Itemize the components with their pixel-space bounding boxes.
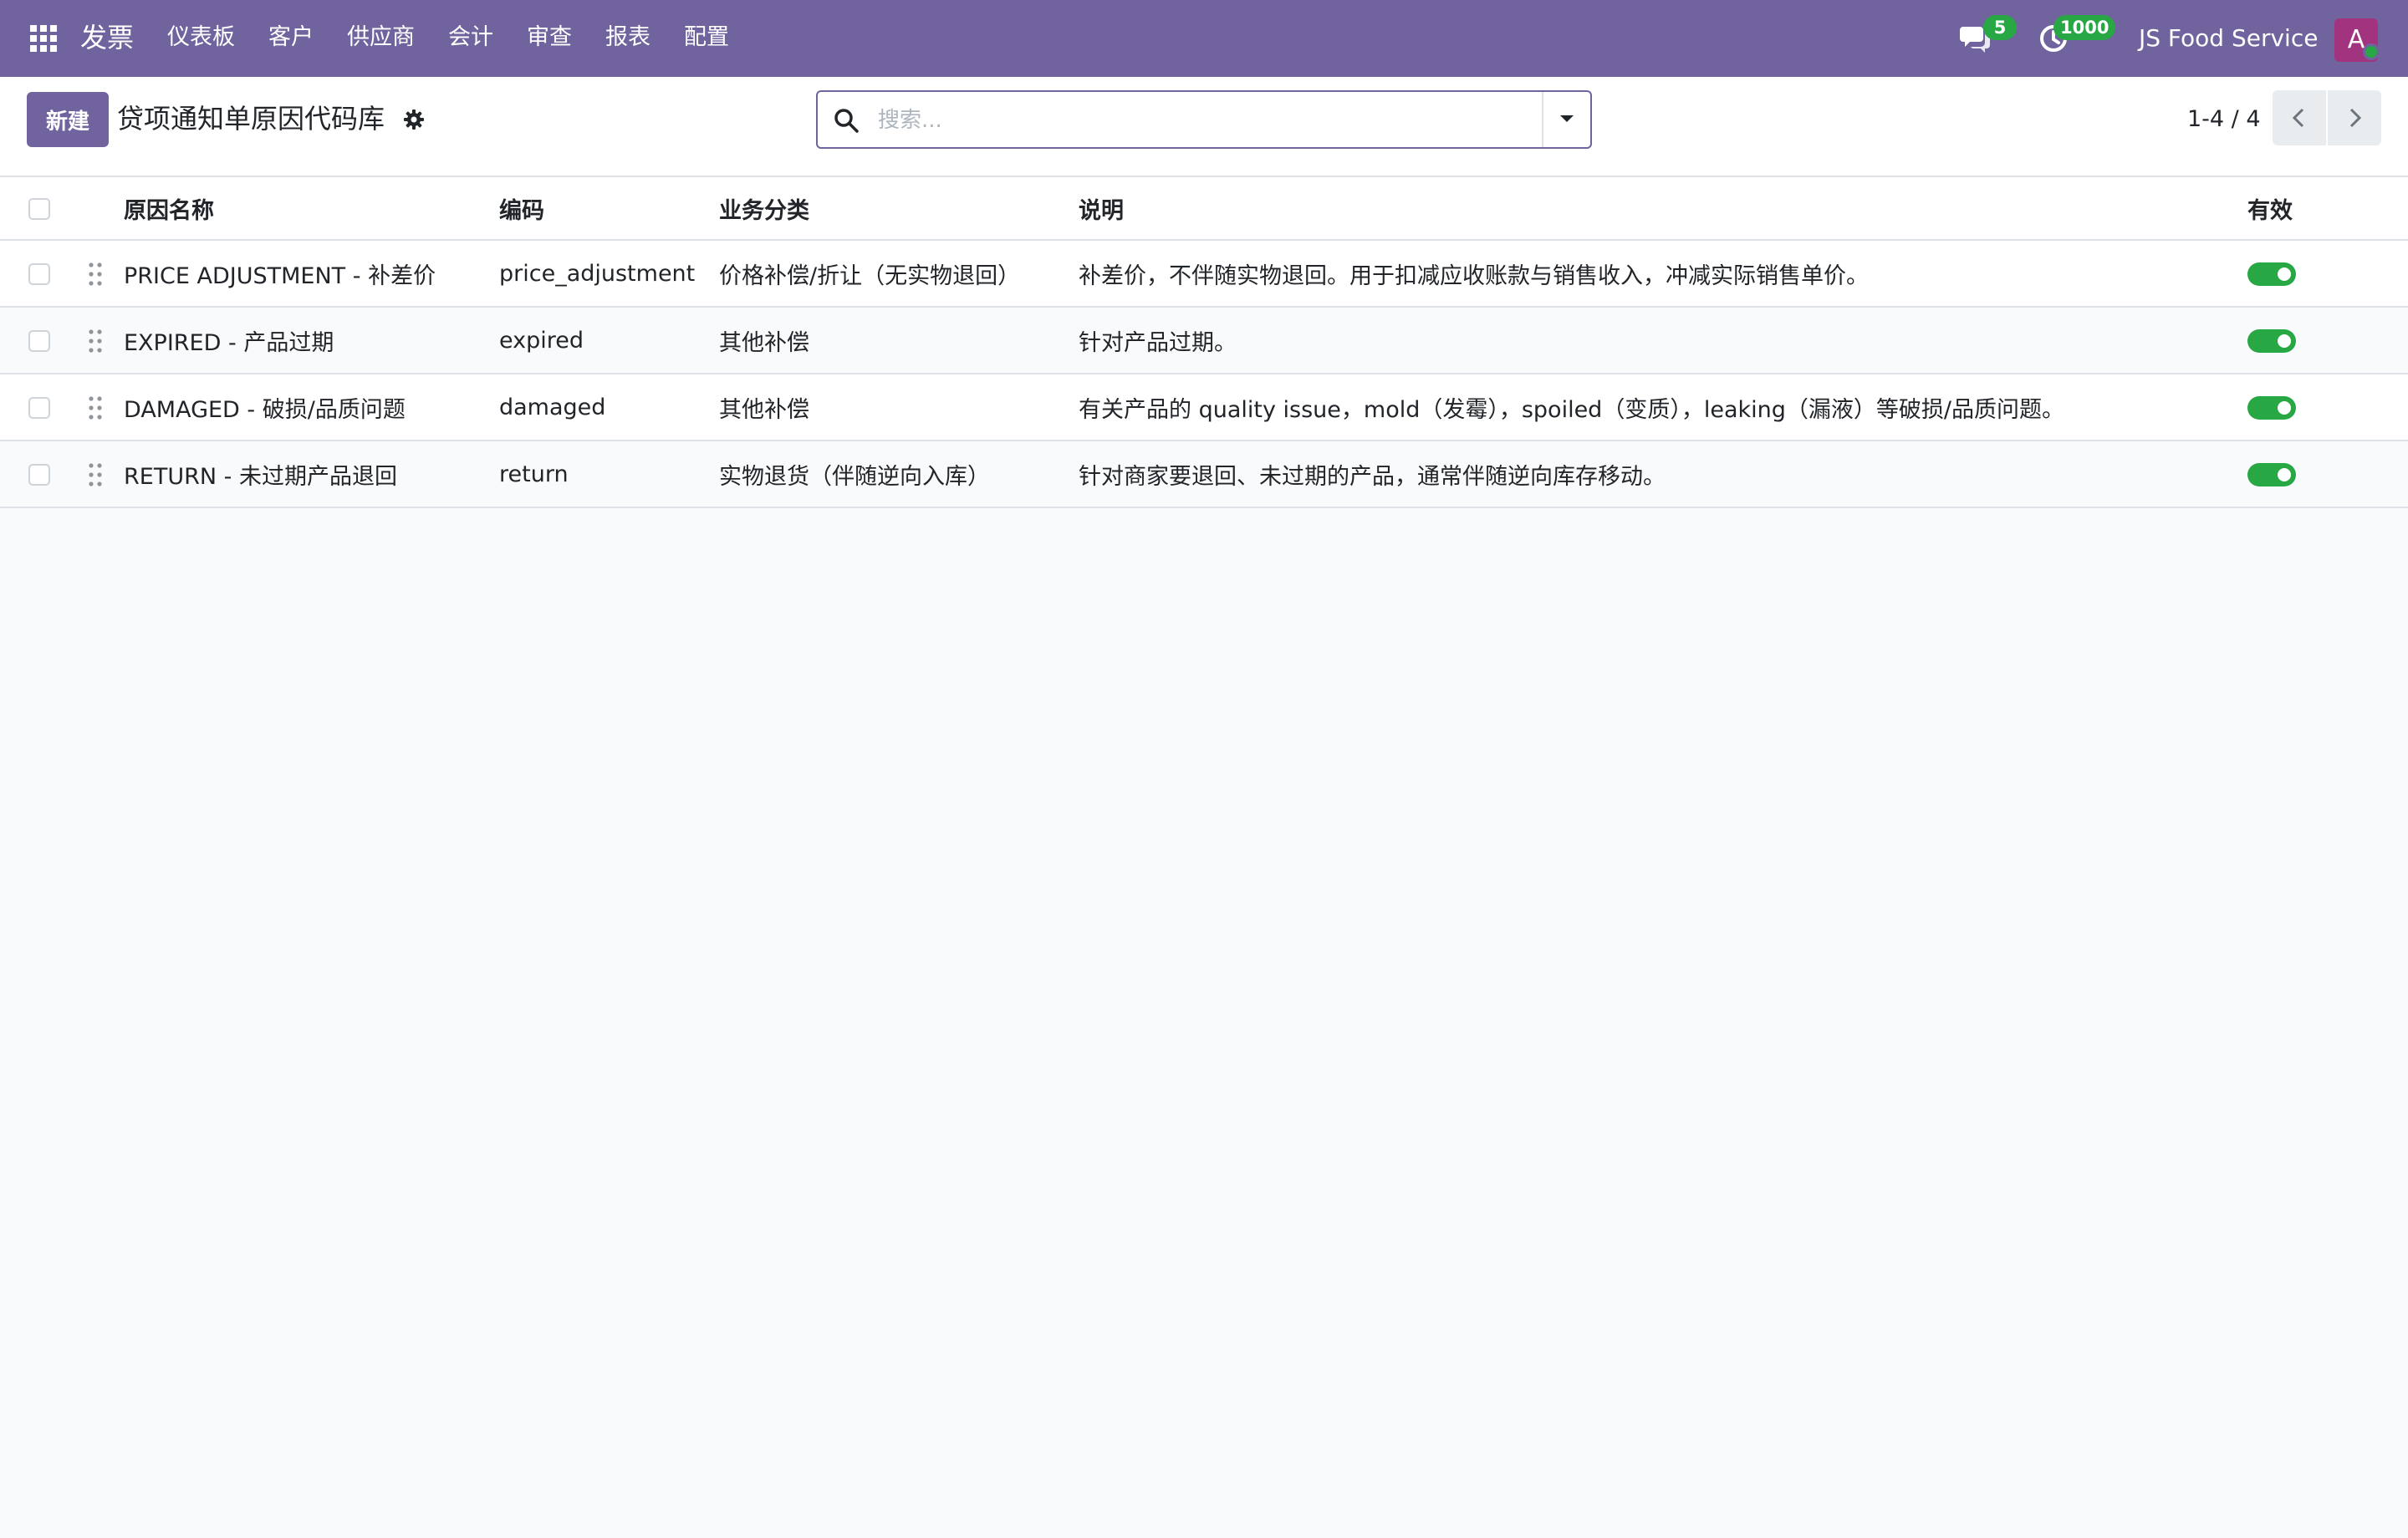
menu-item-reports[interactable]: 报表 xyxy=(605,18,650,57)
app-title[interactable]: 发票 xyxy=(80,18,134,57)
cell-category: 价格补偿/折让（无实物退回） xyxy=(719,262,1021,289)
gear-icon[interactable] xyxy=(403,109,425,130)
table-header: 原因名称 编码 业务分类 说明 有效 xyxy=(0,177,2408,241)
column-header-code[interactable]: 编码 xyxy=(499,177,544,239)
table-row[interactable]: EXPIRED - 产品过期 expired 其他补偿 针对产品过期。 xyxy=(0,308,2408,374)
menu-item-vendors[interactable]: 供应商 xyxy=(347,18,415,57)
table-row[interactable]: RETURN - 未过期产品退回 return 实物退货（伴随逆向入库） 针对商… xyxy=(0,441,2408,508)
active-toggle[interactable] xyxy=(2247,329,2296,353)
active-toggle[interactable] xyxy=(2247,463,2296,486)
row-checkbox[interactable] xyxy=(28,464,50,486)
row-checkbox[interactable] xyxy=(28,330,50,352)
pager-next-button[interactable] xyxy=(2328,90,2381,145)
cell-category: 其他补偿 xyxy=(719,396,809,423)
table-row[interactable]: PRICE ADJUSTMENT - 补差价 price_adjustment … xyxy=(0,241,2408,308)
reason-code-list: 原因名称 编码 业务分类 说明 有效 PRICE ADJUSTMENT - 补差… xyxy=(0,177,2408,508)
active-toggle[interactable] xyxy=(2247,396,2296,420)
search-options-toggle[interactable] xyxy=(1542,92,1590,147)
pager-value[interactable]: 1-4 / 4 xyxy=(2187,100,2261,139)
top-navbar: 发票 仪表板 客户 供应商 会计 审查 报表 配置 5 1000 JS Food… xyxy=(0,0,2408,77)
column-header-category[interactable]: 业务分类 xyxy=(719,177,809,239)
cell-code: return xyxy=(499,461,569,487)
table-row[interactable]: DAMAGED - 破损/品质问题 damaged 其他补偿 有关产品的 qua… xyxy=(0,374,2408,441)
cell-category: 其他补偿 xyxy=(719,329,809,356)
cell-description: 针对产品过期。 xyxy=(1079,329,1237,356)
cell-description: 针对商家要退回、未过期的产品，通常伴随逆向库存移动。 xyxy=(1079,463,1666,490)
page-title: 贷项通知单原因代码库 xyxy=(117,103,385,135)
pager-previous-button[interactable] xyxy=(2273,90,2326,145)
select-all-checkbox[interactable] xyxy=(28,198,50,220)
active-toggle[interactable] xyxy=(2247,262,2296,286)
row-checkbox[interactable] xyxy=(28,263,50,285)
cell-code: price_adjustment xyxy=(499,260,696,287)
cell-name: PRICE ADJUSTMENT - 补差价 xyxy=(124,262,436,289)
activity-count-badge: 1000 xyxy=(2053,15,2116,40)
caret-down-icon xyxy=(1560,115,1574,122)
cell-name: RETURN - 未过期产品退回 xyxy=(124,463,397,490)
menu-item-dashboard[interactable]: 仪表板 xyxy=(167,18,235,57)
menu-item-accounting[interactable]: 会计 xyxy=(448,18,493,57)
column-header-description[interactable]: 说明 xyxy=(1079,177,1124,239)
cell-description: 有关产品的 quality issue，mold（发霉），spoiled（变质）… xyxy=(1079,396,2064,423)
search-bar xyxy=(816,90,1592,149)
control-panel: 新建 贷项通知单原因代码库 搜索... 1-4 / 4 xyxy=(0,77,2408,177)
user-status-indicator xyxy=(2363,43,2380,60)
cell-code: damaged xyxy=(499,394,606,420)
main-menu: 仪表板 客户 供应商 会计 审查 报表 配置 xyxy=(167,18,763,57)
new-button[interactable]: 新建 xyxy=(27,92,109,147)
column-header-name[interactable]: 原因名称 xyxy=(124,177,214,239)
cell-name: EXPIRED - 产品过期 xyxy=(124,329,334,356)
search-icon xyxy=(833,107,860,134)
drag-handle-icon[interactable] xyxy=(87,461,104,488)
column-header-active[interactable]: 有效 xyxy=(2247,177,2293,239)
cell-name: DAMAGED - 破损/品质问题 xyxy=(124,396,406,423)
menu-item-configuration[interactable]: 配置 xyxy=(684,18,729,57)
cell-code: expired xyxy=(499,327,584,354)
cell-category: 实物退货（伴随逆向入库） xyxy=(719,463,990,490)
menu-item-review[interactable]: 审查 xyxy=(527,18,572,57)
search-input[interactable] xyxy=(876,100,1515,140)
drag-handle-icon[interactable] xyxy=(87,261,104,288)
cell-description: 补差价，不伴随实物退回。用于扣减应收账款与销售收入，冲减实际销售单价。 xyxy=(1079,262,1869,289)
drag-handle-icon[interactable] xyxy=(87,328,104,354)
chevron-right-icon xyxy=(2349,108,2362,128)
row-checkbox[interactable] xyxy=(28,397,50,419)
company-switcher[interactable]: JS Food Service xyxy=(2139,20,2318,57)
menu-item-customers[interactable]: 客户 xyxy=(268,18,314,57)
apps-grid-icon[interactable] xyxy=(28,23,59,53)
chat-count-badge: 5 xyxy=(1983,15,2017,40)
drag-handle-icon[interactable] xyxy=(87,395,104,421)
chevron-left-icon xyxy=(2292,108,2304,128)
